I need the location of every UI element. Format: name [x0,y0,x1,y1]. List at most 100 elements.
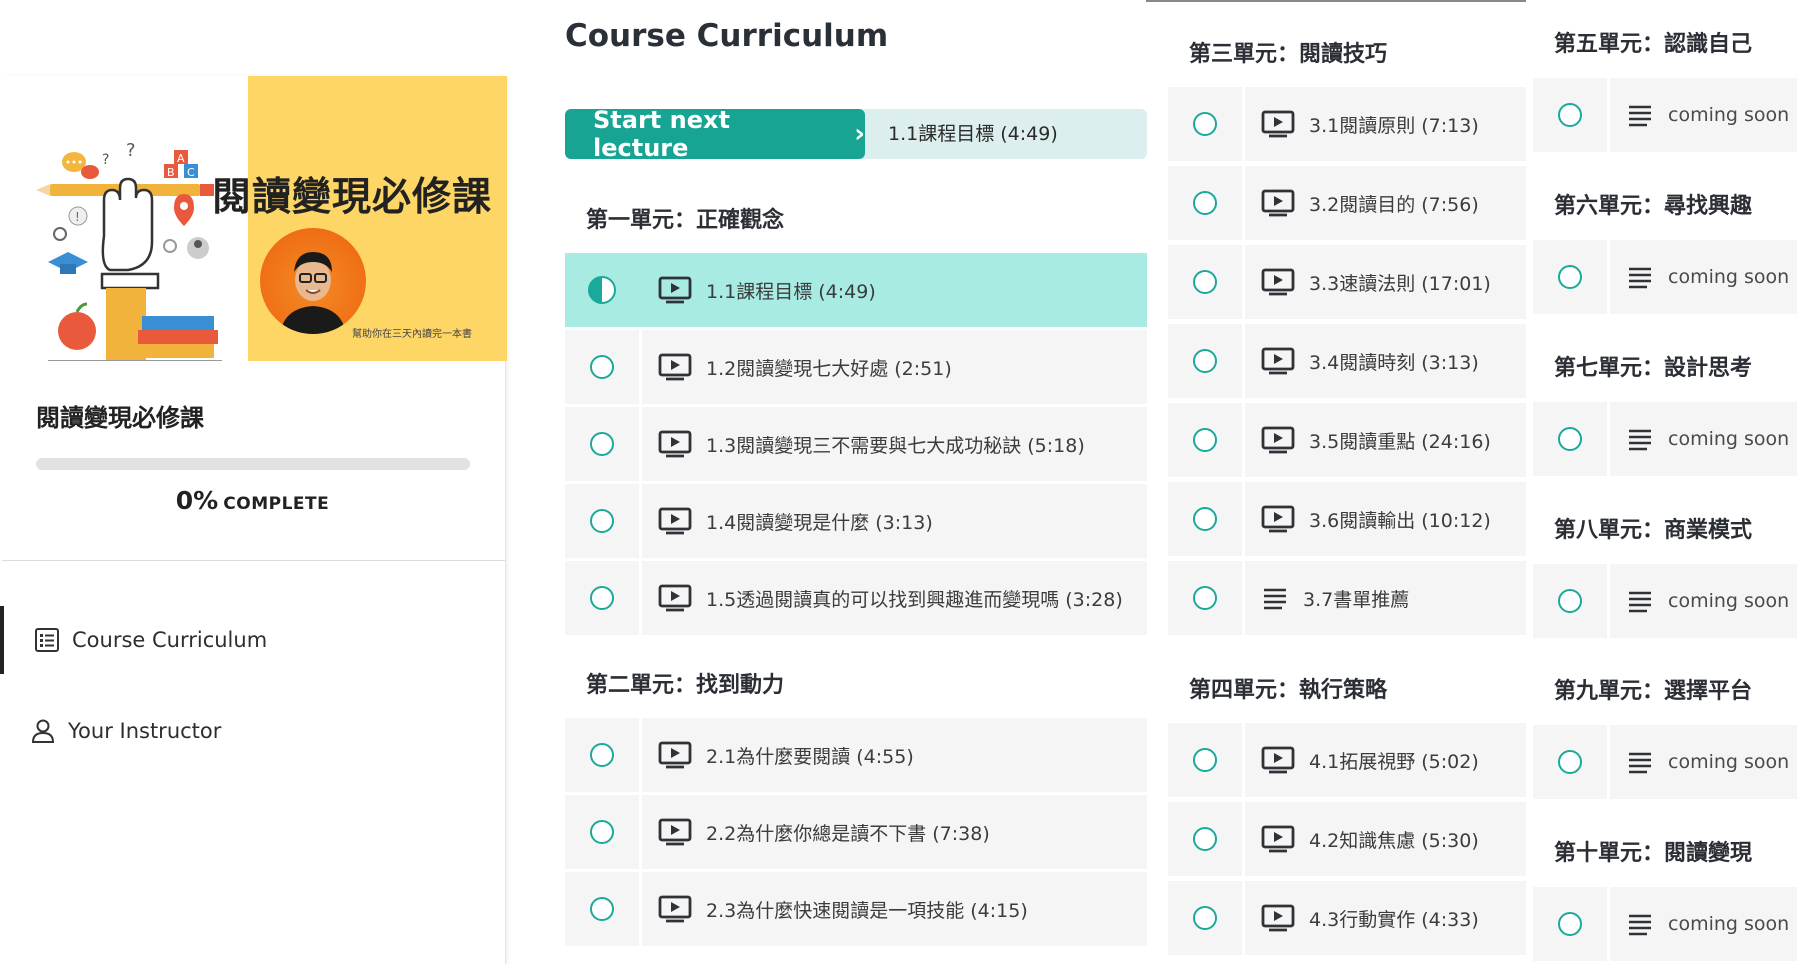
section-title: 第七單元：設計思考 [1554,356,1753,381]
lecture-row[interactable]: 3.7書單推薦 [1168,561,1526,635]
section-title: 第十單元：閱讀變現 [1554,841,1753,866]
not-started-status-icon [1168,245,1242,319]
lecture-row[interactable]: 1.2閱讀變現七大好處 (2:51) [565,330,1147,404]
lecture-title: 3.2閱讀目的 (7:56) [1309,193,1479,216]
lecture-title: 1.5透過閱讀真的可以找到興趣進而變現嗎 (3:28) [706,588,1123,611]
video-lecture-icon [658,895,692,923]
lecture-title: 3.3速讀法則 (17:01) [1309,272,1491,295]
course-cover-image: ? ? A B C ! 閱讀變現必修課 幫助你在三天內讀完一本書 [2,76,507,362]
lecture-row[interactable]: coming soon [1533,78,1797,152]
not-started-status-icon [1533,887,1607,961]
lecture-row[interactable]: coming soon [1533,887,1797,961]
instructor-photo [260,228,366,334]
lecture-row[interactable]: 1.1課程目標 (4:49) [565,253,1147,327]
video-lecture-icon [1261,505,1295,533]
not-started-status-icon [1168,324,1242,398]
video-lecture-icon [658,276,692,304]
not-started-status-icon [565,561,639,635]
section-title: 第六單元：尋找興趣 [1554,194,1753,219]
lecture-row[interactable]: coming soon [1533,725,1797,799]
section-title: 第四單元：執行策略 [1189,678,1388,703]
row-divider [1242,723,1245,797]
progress-complete-label: COMPLETE [223,494,330,514]
lecture-row[interactable]: 1.5透過閱讀真的可以找到興趣進而變現嗎 (3:28) [565,561,1147,635]
cover-subtitle: 幫助你在三天內讀完一本書 [352,329,472,340]
lecture-title: 3.1閱讀原則 (7:13) [1309,114,1479,137]
not-started-status-icon [1533,402,1607,476]
lecture-title: 1.1課程目標 (4:49) [706,280,876,303]
row-divider [639,795,642,869]
lecture-row[interactable]: 3.3速讀法則 (17:01) [1168,245,1526,319]
lecture-row[interactable]: 2.3為什麼快速閱讀是一項技能 (4:15) [565,872,1147,946]
top-rule [1146,0,1526,2]
sidebar-divider [2,560,505,561]
row-divider [639,718,642,792]
text-lecture-icon [1261,586,1289,610]
lecture-row[interactable]: 1.3閱讀變現三不需要與七大成功秘訣 (5:18) [565,407,1147,481]
lecture-title: coming soon [1668,913,1790,935]
not-started-status-icon [1168,87,1242,161]
lecture-title: 2.3為什麼快速閱讀是一項技能 (4:15) [706,899,1028,922]
lecture-row[interactable]: 1.4閱讀變現是什麼 (3:13) [565,484,1147,558]
progress-bar [36,458,470,470]
start-next-lecture-button[interactable]: Start next lecture › [565,106,865,162]
not-started-status-icon [1168,482,1242,556]
lecture-row[interactable]: 4.1拓展視野 (5:02) [1168,723,1526,797]
row-divider [639,407,642,481]
row-divider [1607,887,1610,961]
lecture-title: 4.2知識焦慮 (5:30) [1309,829,1479,852]
row-divider [1607,725,1610,799]
video-lecture-icon [1261,825,1295,853]
row-divider [1242,324,1245,398]
video-lecture-icon [658,584,692,612]
lecture-row[interactable]: 2.2為什麼你總是讀不下書 (7:38) [565,795,1147,869]
video-lecture-icon [1261,268,1295,296]
start-next-lecture-label: Start next lecture [593,106,730,162]
lecture-row[interactable]: 3.1閱讀原則 (7:13) [1168,87,1526,161]
lecture-row[interactable]: 3.2閱讀目的 (7:56) [1168,166,1526,240]
lecture-row[interactable]: 3.5閱讀重點 (24:16) [1168,403,1526,477]
lecture-row[interactable]: coming soon [1533,240,1797,314]
course-title: 閱讀變現必修課 [36,404,204,432]
row-divider [1607,402,1610,476]
not-started-status-icon [565,795,639,869]
not-started-status-icon [1168,723,1242,797]
sidebar-item-label: Your Instructor [68,719,222,743]
section-title: 第三單元：閱讀技巧 [1189,42,1388,67]
lecture-title: 3.4閱讀時刻 (3:13) [1309,351,1479,374]
progress-percent: 0% [175,486,219,515]
svg-text:?: ? [102,152,109,168]
not-started-status-icon [565,407,639,481]
section-title: 第五單元：認識自己 [1554,32,1753,57]
curriculum-list-icon [35,628,59,652]
not-started-status-icon [1168,881,1242,955]
video-lecture-icon [658,507,692,535]
not-started-status-icon [1533,78,1607,152]
next-lecture-title[interactable]: 1.1課程目標 (4:49) [888,109,1058,159]
lecture-row[interactable]: coming soon [1533,402,1797,476]
not-started-status-icon [1168,802,1242,876]
svg-text:C: C [187,166,195,179]
row-divider [1242,245,1245,319]
lecture-title: coming soon [1668,104,1790,126]
lecture-row[interactable]: coming soon [1533,564,1797,638]
lecture-row[interactable]: 4.3行動實作 (4:33) [1168,881,1526,955]
lecture-title: 3.5閱讀重點 (24:16) [1309,430,1491,453]
sidebar-item-your-instructor[interactable]: Your Instructor [0,697,503,765]
lecture-row[interactable]: 2.1為什麼要閱讀 (4:55) [565,718,1147,792]
lecture-title: 1.4閱讀變現是什麼 (3:13) [706,511,933,534]
row-divider [1607,240,1610,314]
svg-text:?: ? [126,140,136,161]
lecture-row[interactable]: 3.6閱讀輸出 (10:12) [1168,482,1526,556]
sidebar: ? ? A B C ! 閱讀變現必修課 幫助你在三天內讀完一本書 閱讀變現必修課… [0,0,507,964]
row-divider [1242,482,1245,556]
sidebar-item-course-curriculum[interactable]: Course Curriculum [0,606,507,674]
not-started-status-icon [565,872,639,946]
lecture-row[interactable]: 4.2知識焦慮 (5:30) [1168,802,1526,876]
video-lecture-icon [658,430,692,458]
not-started-status-icon [1533,725,1607,799]
lecture-row[interactable]: 3.4閱讀時刻 (3:13) [1168,324,1526,398]
row-divider [1242,561,1245,635]
lecture-title: 3.6閱讀輸出 (10:12) [1309,509,1491,532]
video-lecture-icon [1261,347,1295,375]
